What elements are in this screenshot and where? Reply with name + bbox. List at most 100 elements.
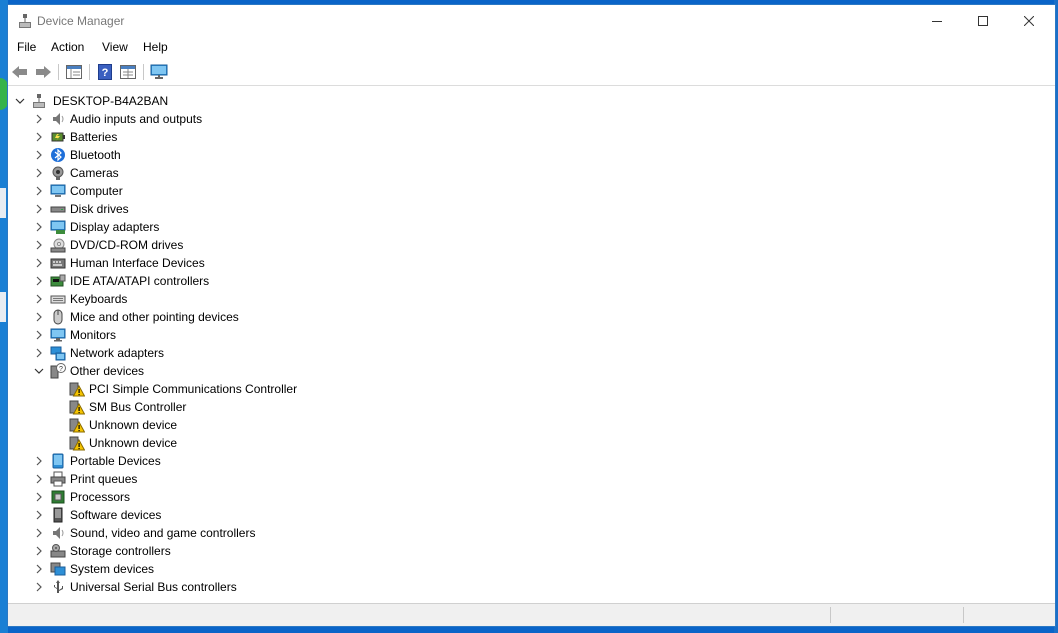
chevron-right-icon[interactable] bbox=[31, 579, 47, 595]
chevron-right-icon[interactable] bbox=[31, 273, 47, 289]
chevron-right-icon[interactable] bbox=[31, 147, 47, 163]
tree-category[interactable]: IDE ATA/ATAPI controllers bbox=[31, 272, 451, 290]
chevron-right-icon[interactable] bbox=[31, 111, 47, 127]
show-hide-console-tree-button[interactable] bbox=[64, 63, 84, 81]
svg-text:?: ? bbox=[59, 366, 63, 373]
chevron-right-icon[interactable] bbox=[31, 165, 47, 181]
tree-device[interactable]: SM Bus Controller bbox=[50, 398, 470, 416]
processor-icon bbox=[51, 490, 65, 504]
chevron-right-icon[interactable] bbox=[31, 345, 47, 361]
tree-device-label: Unknown device bbox=[89, 418, 178, 432]
tree-category-label: Other devices bbox=[70, 364, 145, 378]
tree-category[interactable]: Portable Devices bbox=[31, 452, 451, 470]
tree-category[interactable]: Universal Serial Bus controllers bbox=[31, 578, 451, 596]
tree-category[interactable]: Software devices bbox=[31, 506, 451, 524]
mouse-icon bbox=[53, 309, 63, 325]
warning-device-icon bbox=[69, 400, 85, 415]
chevron-right-icon[interactable] bbox=[31, 201, 47, 217]
chevron-right-icon[interactable] bbox=[31, 237, 47, 253]
back-button[interactable] bbox=[10, 63, 30, 81]
tree-category[interactable]: Monitors bbox=[31, 326, 451, 344]
forward-button[interactable] bbox=[33, 63, 53, 81]
chevron-right-icon[interactable] bbox=[31, 129, 47, 145]
forward-arrow-icon bbox=[36, 66, 51, 78]
chevron-right-icon[interactable] bbox=[31, 561, 47, 577]
maximize-button[interactable] bbox=[960, 5, 1006, 37]
scan-for-hardware-changes-button[interactable] bbox=[149, 63, 169, 81]
menu-help[interactable]: Help bbox=[143, 40, 168, 54]
tree-category[interactable]: DVD/CD-ROM drives bbox=[31, 236, 451, 254]
tree-category[interactable]: Storage controllers bbox=[31, 542, 451, 560]
chevron-right-icon[interactable] bbox=[31, 471, 47, 487]
tree-category[interactable]: Processors bbox=[31, 488, 451, 506]
tree-category[interactable]: Disk drives bbox=[31, 200, 451, 218]
chevron-right-icon[interactable] bbox=[31, 543, 47, 559]
tree-category[interactable]: ? Other devices bbox=[31, 362, 451, 380]
tree-device[interactable]: PCI Simple Communications Controller bbox=[50, 380, 470, 398]
tree-category[interactable]: Keyboards bbox=[31, 290, 451, 308]
display-adapter-icon bbox=[50, 220, 66, 234]
sound-controller-icon bbox=[53, 527, 64, 539]
menu-file[interactable]: File bbox=[17, 40, 36, 54]
tree-category[interactable]: Bluetooth bbox=[31, 146, 451, 164]
status-bar-separator bbox=[830, 607, 831, 623]
chevron-right-icon[interactable] bbox=[31, 255, 47, 271]
tree-category-label: Display adapters bbox=[70, 220, 160, 234]
tree-category[interactable]: Batteries bbox=[31, 128, 451, 146]
device-manager-app-icon bbox=[19, 14, 31, 28]
tree-category[interactable]: Audio inputs and outputs bbox=[31, 110, 451, 128]
help-button[interactable]: ? bbox=[95, 63, 115, 81]
chevron-right-icon[interactable] bbox=[31, 291, 47, 307]
toolbar: ? bbox=[8, 60, 1055, 86]
tree-category-label: Network adapters bbox=[70, 346, 165, 360]
properties-button[interactable] bbox=[118, 63, 138, 81]
chevron-right-icon[interactable] bbox=[31, 219, 47, 235]
device-tree[interactable]: DESKTOP-B4A2BAN Audio inputs and outputs… bbox=[8, 87, 1055, 599]
tree-category-label: Portable Devices bbox=[70, 454, 161, 468]
chevron-down-icon[interactable] bbox=[12, 93, 28, 109]
tree-category[interactable]: Human Interface Devices bbox=[31, 254, 451, 272]
title-bar[interactable]: Device Manager bbox=[8, 5, 1055, 37]
chevron-right-icon[interactable] bbox=[31, 327, 47, 343]
chevron-right-icon[interactable] bbox=[31, 309, 47, 325]
chevron-right-icon[interactable] bbox=[31, 453, 47, 469]
tree-category-label: Monitors bbox=[70, 328, 117, 342]
chevron-down-icon[interactable] bbox=[31, 363, 47, 379]
minimize-icon bbox=[932, 21, 942, 22]
menu-action[interactable]: Action bbox=[51, 40, 84, 54]
tree-device[interactable]: Unknown device bbox=[50, 416, 470, 434]
minimize-button[interactable] bbox=[914, 5, 960, 37]
close-button[interactable] bbox=[1006, 5, 1052, 37]
tree-category[interactable]: Mice and other pointing devices bbox=[31, 308, 451, 326]
usb-icon bbox=[54, 580, 63, 593]
storage-controller-icon bbox=[50, 544, 66, 558]
tree-category-label: Storage controllers bbox=[70, 544, 171, 558]
chevron-right-icon[interactable] bbox=[31, 489, 47, 505]
battery-icon bbox=[51, 132, 65, 142]
tree-device-label: SM Bus Controller bbox=[89, 400, 187, 414]
monitor-icon bbox=[50, 328, 66, 342]
tree-category-label: IDE ATA/ATAPI controllers bbox=[70, 274, 210, 288]
tree-root[interactable]: DESKTOP-B4A2BAN bbox=[12, 92, 432, 110]
tree-category[interactable]: Print queues bbox=[31, 470, 451, 488]
tree-category-label: DVD/CD-ROM drives bbox=[70, 238, 184, 252]
computer-icon bbox=[50, 184, 66, 197]
tree-category-label: Human Interface Devices bbox=[70, 256, 205, 270]
close-icon bbox=[1024, 16, 1034, 26]
tree-category[interactable]: System devices bbox=[31, 560, 451, 578]
tree-category[interactable]: Computer bbox=[31, 182, 451, 200]
maximize-icon bbox=[978, 16, 988, 26]
tree-category[interactable]: Sound, video and game controllers bbox=[31, 524, 451, 542]
tree-category-label: Keyboards bbox=[70, 292, 128, 306]
menu-view[interactable]: View bbox=[102, 40, 128, 54]
system-devices-icon bbox=[50, 562, 66, 576]
tree-device[interactable]: Unknown device bbox=[50, 434, 470, 452]
tree-category[interactable]: Display adapters bbox=[31, 218, 451, 236]
printer-icon bbox=[50, 471, 66, 487]
tree-category-label: System devices bbox=[70, 562, 155, 576]
tree-category[interactable]: Network adapters bbox=[31, 344, 451, 362]
chevron-right-icon[interactable] bbox=[31, 183, 47, 199]
tree-category[interactable]: Cameras bbox=[31, 164, 451, 182]
chevron-right-icon[interactable] bbox=[31, 525, 47, 541]
chevron-right-icon[interactable] bbox=[31, 507, 47, 523]
